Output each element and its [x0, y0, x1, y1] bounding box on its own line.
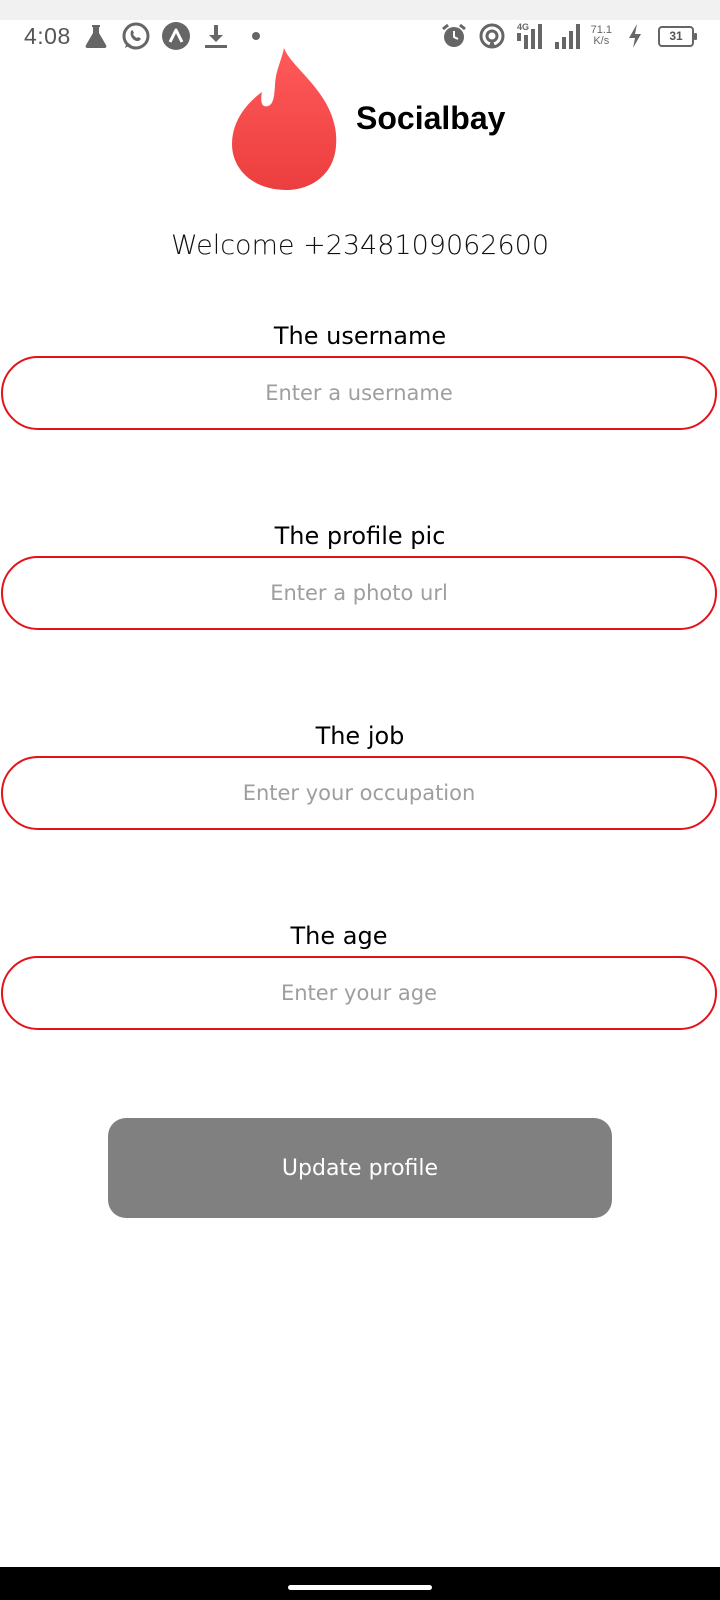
age-label: The age — [290, 922, 388, 950]
age-input[interactable] — [1, 956, 717, 1030]
profile-setup-screen: 4:08 4G 71.1 K/s 31 Socialbay Welcome +2… — [0, 0, 720, 1600]
job-label: The job — [315, 722, 405, 750]
profile-pic-input[interactable] — [1, 556, 717, 630]
status-bar-top-strip — [0, 0, 720, 20]
welcome-message: Welcome +2348109062600 — [170, 230, 550, 261]
profile-pic-label: The profile pic — [274, 522, 446, 550]
navigation-bar — [0, 1567, 720, 1600]
flame-logo-icon — [232, 48, 337, 190]
app-header: Socialbay — [0, 44, 720, 194]
app-name: Socialbay — [356, 100, 506, 136]
update-profile-button[interactable]: Update profile — [108, 1118, 612, 1218]
home-indicator[interactable] — [288, 1585, 432, 1590]
job-input[interactable] — [1, 756, 717, 830]
username-input[interactable] — [1, 356, 717, 430]
network-type: 4G — [517, 22, 529, 32]
username-label: The username — [273, 322, 447, 350]
